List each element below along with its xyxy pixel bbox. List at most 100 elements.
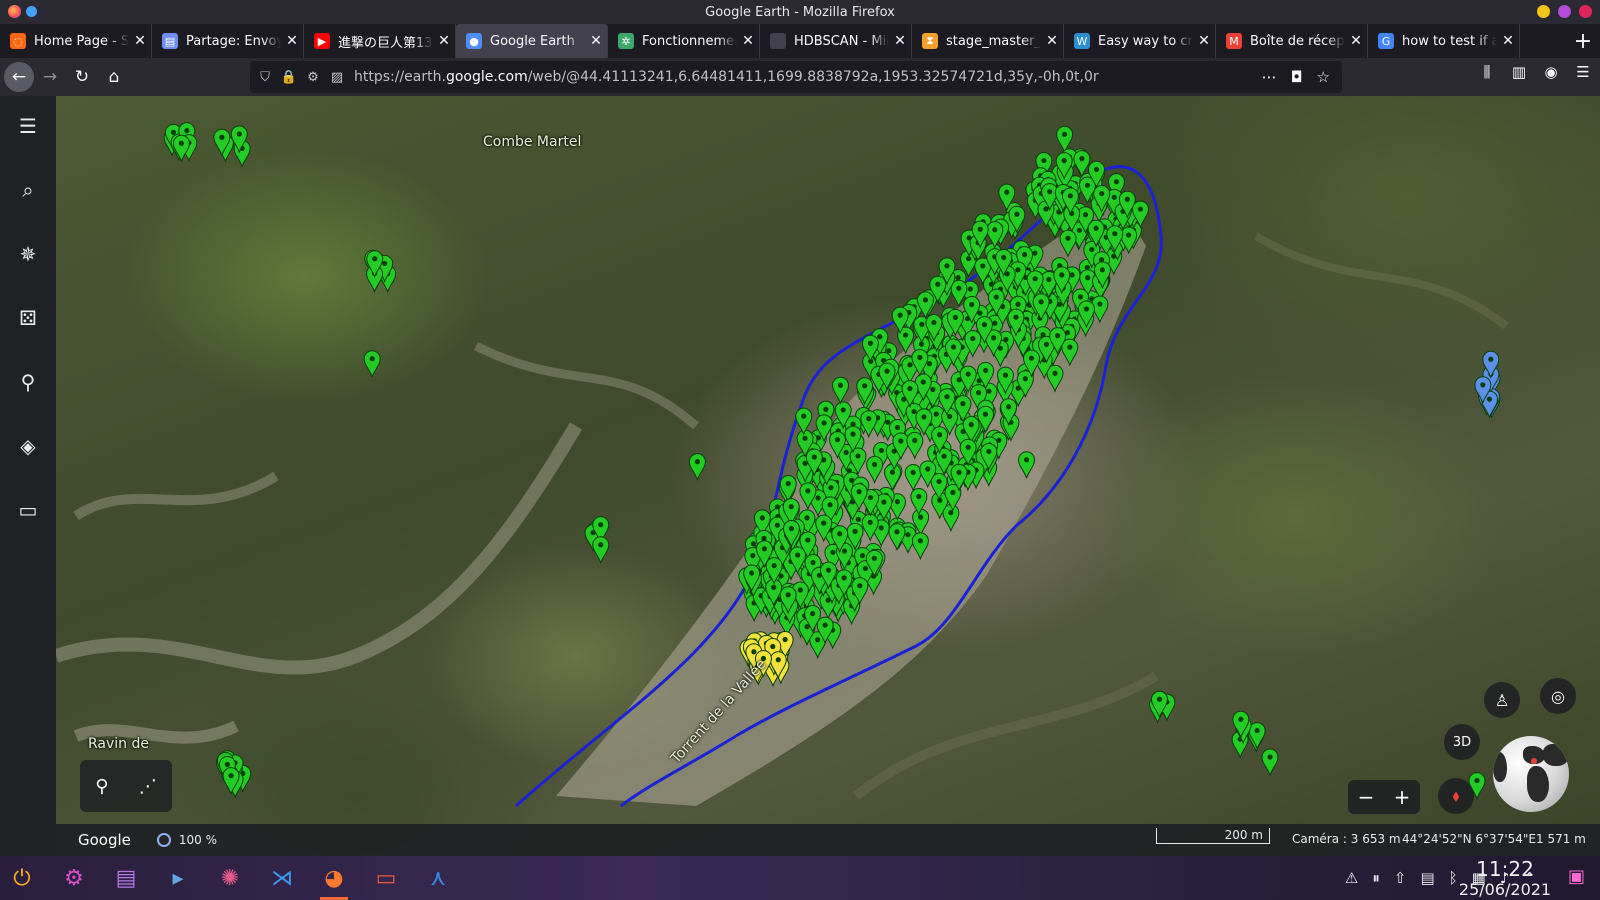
sidebar-icon[interactable]: ▥ — [1510, 63, 1528, 81]
tab-close-icon[interactable]: ✕ — [129, 33, 151, 49]
tab-4[interactable]: ✲ Fonctionnemer ✕ — [608, 24, 760, 58]
store-icon[interactable]: ▤ — [106, 858, 146, 898]
forward-button[interactable]: → — [34, 61, 66, 93]
my-location-button[interactable]: ◎ — [1540, 678, 1576, 714]
home-button[interactable]: ⌂ — [98, 61, 130, 93]
pocket-icon[interactable]: ◘ — [1291, 68, 1303, 86]
tab-7[interactable]: W Easy way to cre ✕ — [1064, 24, 1216, 58]
window-titlebar: Google Earth - Mozilla Firefox — [0, 0, 1600, 24]
earth-status-bar: Google 100 % 200 m Caméra : 3 653 m 44°2… — [56, 824, 1600, 856]
account-icon[interactable]: ◉ — [1542, 63, 1560, 81]
tab-close-icon[interactable]: ✕ — [1193, 33, 1215, 49]
updates-icon[interactable]: ⇧ — [1394, 869, 1407, 887]
tab-label: Google Earth — [490, 33, 575, 49]
file-manager-icon[interactable]: ▭ — [366, 858, 406, 898]
maximize-button[interactable] — [1558, 5, 1571, 18]
url-text[interactable]: https://earth.google.com/web/@44.4111324… — [354, 69, 1099, 85]
clock[interactable]: 11:22 25/06/2021 — [1450, 858, 1560, 900]
placemark-icon[interactable] — [688, 453, 706, 482]
tab-close-icon[interactable]: ✕ — [1345, 33, 1367, 49]
media-icon[interactable]: ⏸ — [1372, 869, 1380, 887]
bookmark-star-icon[interactable]: ☆ — [1317, 68, 1330, 86]
tab-strip: ◌ Home Page - Sc ✕ ▤ Partage: Envoy ✕ ▶ 進撃の巨人第1… — [0, 24, 1600, 58]
network-graph-icon[interactable]: ⋏ — [418, 858, 458, 898]
page-actions-icon[interactable]: ⋯ — [1262, 68, 1277, 86]
zoom-out-button[interactable]: − — [1358, 785, 1375, 809]
wordpress-icon: W — [1074, 33, 1090, 49]
clock-time: 11:22 — [1476, 857, 1534, 881]
app-menu-icon[interactable] — [26, 6, 37, 17]
vscode-icon[interactable]: ⋊ — [262, 858, 302, 898]
placemark-icon[interactable] — [1073, 150, 1091, 179]
network-tool-icon[interactable]: ✺ — [210, 858, 250, 898]
earth-icon: ● — [466, 33, 482, 49]
reload-button[interactable]: ↻ — [66, 61, 98, 93]
lock-icon[interactable]: 🔒 — [280, 70, 298, 85]
hamburger-menu-icon[interactable]: ☰ — [1574, 63, 1592, 81]
feeling-lucky-icon[interactable]: ⚄ — [8, 298, 48, 338]
tab-close-icon[interactable]: ✕ — [281, 33, 303, 49]
clock-date: 25/06/2021 — [1458, 880, 1552, 899]
tab-close-icon[interactable]: ✕ — [585, 33, 607, 49]
placemark-icon[interactable] — [795, 407, 813, 436]
tab-close-icon[interactable]: ✕ — [433, 33, 455, 49]
tab-0[interactable]: ◌ Home Page - Sc ✕ — [0, 24, 152, 58]
add-placemark-icon[interactable]: ⚲ — [95, 776, 108, 797]
minimap-globe[interactable] — [1493, 736, 1569, 812]
terminal-icon[interactable]: ▸ — [158, 858, 198, 898]
tab-1[interactable]: ▤ Partage: Envoy ✕ — [152, 24, 304, 58]
placemark-icon[interactable] — [1261, 748, 1279, 777]
permissions-icon[interactable]: ⚙ — [304, 70, 322, 85]
show-desktop-icon[interactable]: ▣ — [1568, 866, 1592, 890]
notifications-icon[interactable]: ⚠ — [1345, 869, 1358, 887]
doc-icon: ▤ — [162, 33, 178, 49]
tab-close-icon[interactable]: ✕ — [1497, 33, 1519, 49]
measure-icon[interactable]: ▭ — [8, 490, 48, 530]
compass-button[interactable]: ⬧ — [1438, 778, 1474, 814]
tab-9[interactable]: Ghow to test if a ✕ — [1368, 24, 1520, 58]
pegman-button[interactable]: ♙ — [1484, 682, 1520, 718]
camera-blocked-icon[interactable]: ▨ — [328, 70, 346, 85]
placemark-icon[interactable] — [1248, 722, 1266, 750]
tab-close-icon[interactable]: ✕ — [737, 33, 759, 49]
earth-menu-icon[interactable]: ☰ — [8, 106, 48, 146]
tab-label: how to test if a — [1402, 33, 1497, 49]
close-window-button[interactable] — [1579, 5, 1592, 18]
tab-3[interactable]: ● Google Earth ✕ — [456, 24, 608, 58]
navigation-toolbar: ← → ↻ ⌂ ⛉ 🔒 ⚙ ▨ https://earth.google.com… — [0, 58, 1600, 96]
draw-path-icon[interactable]: ⋰ — [139, 776, 157, 797]
library-icon[interactable]: ⫼ — [1478, 63, 1496, 81]
minimize-button[interactable] — [1537, 5, 1550, 18]
label-combe-martel: Combe Martel — [483, 134, 582, 150]
zoom-in-button[interactable]: + — [1394, 785, 1411, 809]
placemark-icon[interactable] — [832, 376, 850, 405]
placemark-icon[interactable] — [363, 350, 381, 379]
new-tab-button[interactable]: + — [1566, 24, 1600, 58]
scale-bar[interactable]: 200 m — [1156, 828, 1270, 844]
tab-close-icon[interactable]: ✕ — [889, 33, 911, 49]
address-bar[interactable]: ⛉ 🔒 ⚙ ▨ https://earth.google.com/web/@44… — [250, 61, 1342, 93]
tab-2[interactable]: ▶ 進撃の巨人第13 ✕ — [304, 24, 456, 58]
voyager-icon[interactable]: ✵ — [8, 234, 48, 274]
tab-5[interactable]: HDBSCAN - Michae✕ — [760, 24, 912, 58]
firefox-taskbar-icon[interactable]: ◕ — [314, 858, 354, 900]
clipboard-icon[interactable]: ▤ — [1420, 869, 1434, 887]
back-button[interactable]: ← — [4, 62, 34, 92]
tab-label: 進撃の巨人第13 — [338, 35, 433, 51]
search-icon[interactable]: ⌕ — [8, 170, 48, 210]
placemark-icon[interactable] — [592, 536, 610, 565]
app-launcher-icon[interactable]: ⏻ — [2, 858, 42, 898]
earth-map-view[interactable]: Combe Martel Torrent de la Vallée Ravin … — [56, 96, 1600, 856]
tab-close-icon[interactable]: ✕ — [1041, 33, 1063, 49]
tab-6[interactable]: ⧗ stage_master_v ✕ — [912, 24, 1064, 58]
toggle-3d-button[interactable]: 3D — [1444, 724, 1480, 760]
map-style-icon[interactable]: ◈ — [8, 426, 48, 466]
target-icon: ◎ — [1551, 686, 1565, 706]
window-title: Google Earth - Mozilla Firefox — [705, 4, 895, 20]
system-settings-icon[interactable]: ⚙ — [54, 858, 94, 898]
shield-icon[interactable]: ⛉ — [256, 70, 274, 85]
placemark-icon[interactable] — [1056, 125, 1074, 154]
add-placemark-panel: ⚲ ⋰ — [80, 760, 172, 812]
tab-8[interactable]: M Boîte de récept ✕ — [1216, 24, 1368, 58]
projects-icon[interactable]: ⚲ — [8, 362, 48, 402]
